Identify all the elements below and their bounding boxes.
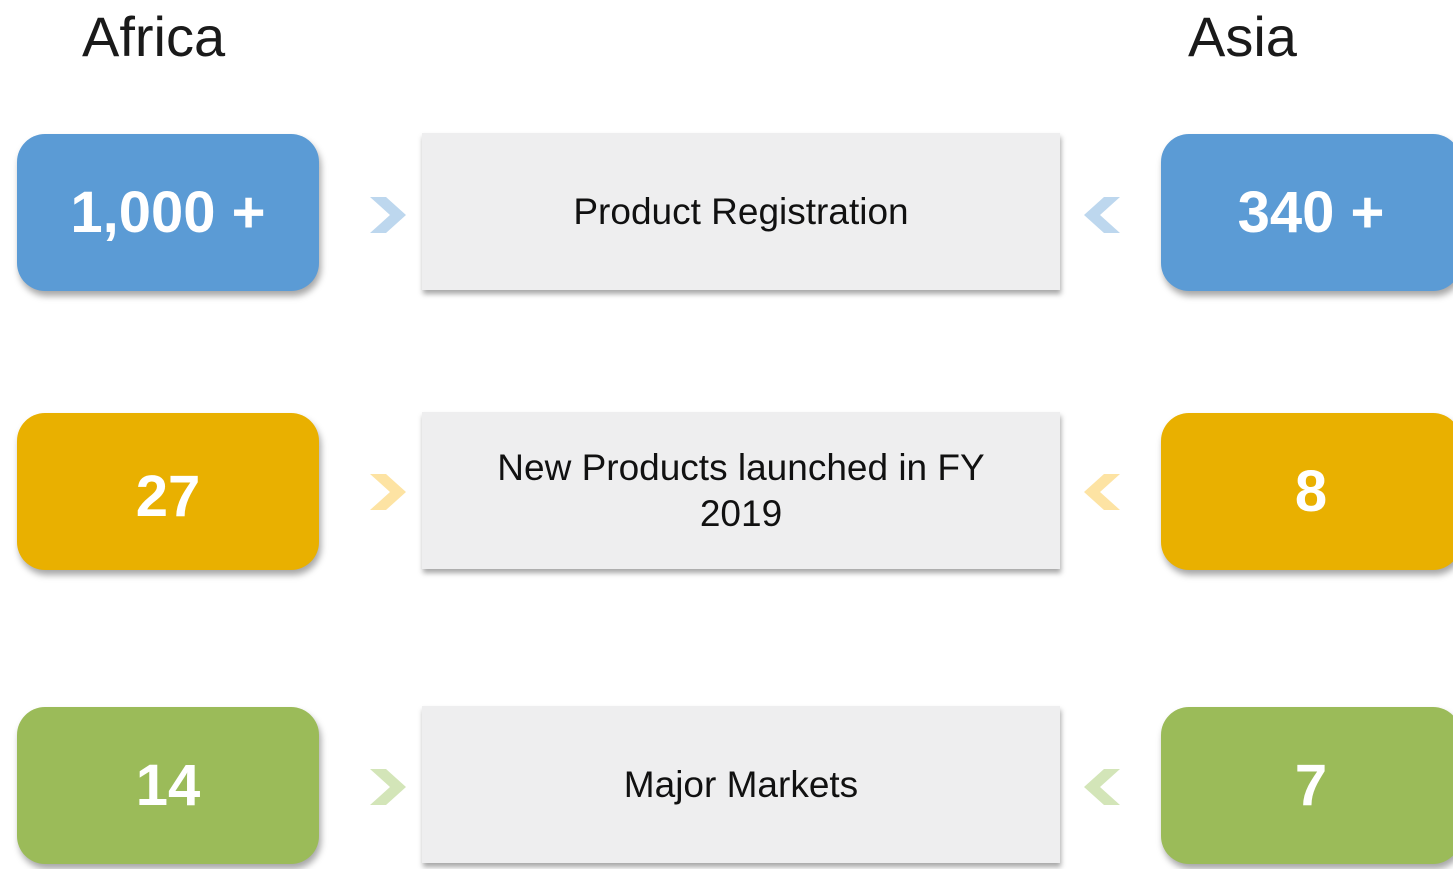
new-products-label: New Products launched in FY 2019 — [422, 412, 1060, 569]
africa-new-products-value: 27 — [17, 413, 319, 570]
chevron-left-icon — [1082, 472, 1122, 512]
africa-heading: Africa — [82, 5, 226, 68]
asia-registration-value: 340 + — [1161, 134, 1453, 291]
chevron-right-icon — [368, 767, 408, 807]
africa-registration-value: 1,000 + — [17, 134, 319, 291]
africa-major-markets-value: 14 — [17, 707, 319, 864]
major-markets-text: Major Markets — [623, 763, 859, 805]
chevron-right-icon — [368, 195, 408, 235]
new-products-text: New Products launched in FY 2019 — [497, 446, 985, 534]
product-registration-text: Product Registration — [573, 190, 909, 232]
asia-major-markets-value: 7 — [1161, 707, 1453, 864]
chevron-left-icon — [1082, 195, 1122, 235]
chevron-left-icon — [1082, 767, 1122, 807]
asia-heading: Asia — [1188, 5, 1297, 68]
asia-new-products-value: 8 — [1161, 413, 1453, 570]
product-registration-label: Product Registration — [422, 133, 1060, 290]
chevron-right-icon — [368, 472, 408, 512]
major-markets-label: Major Markets — [422, 706, 1060, 863]
